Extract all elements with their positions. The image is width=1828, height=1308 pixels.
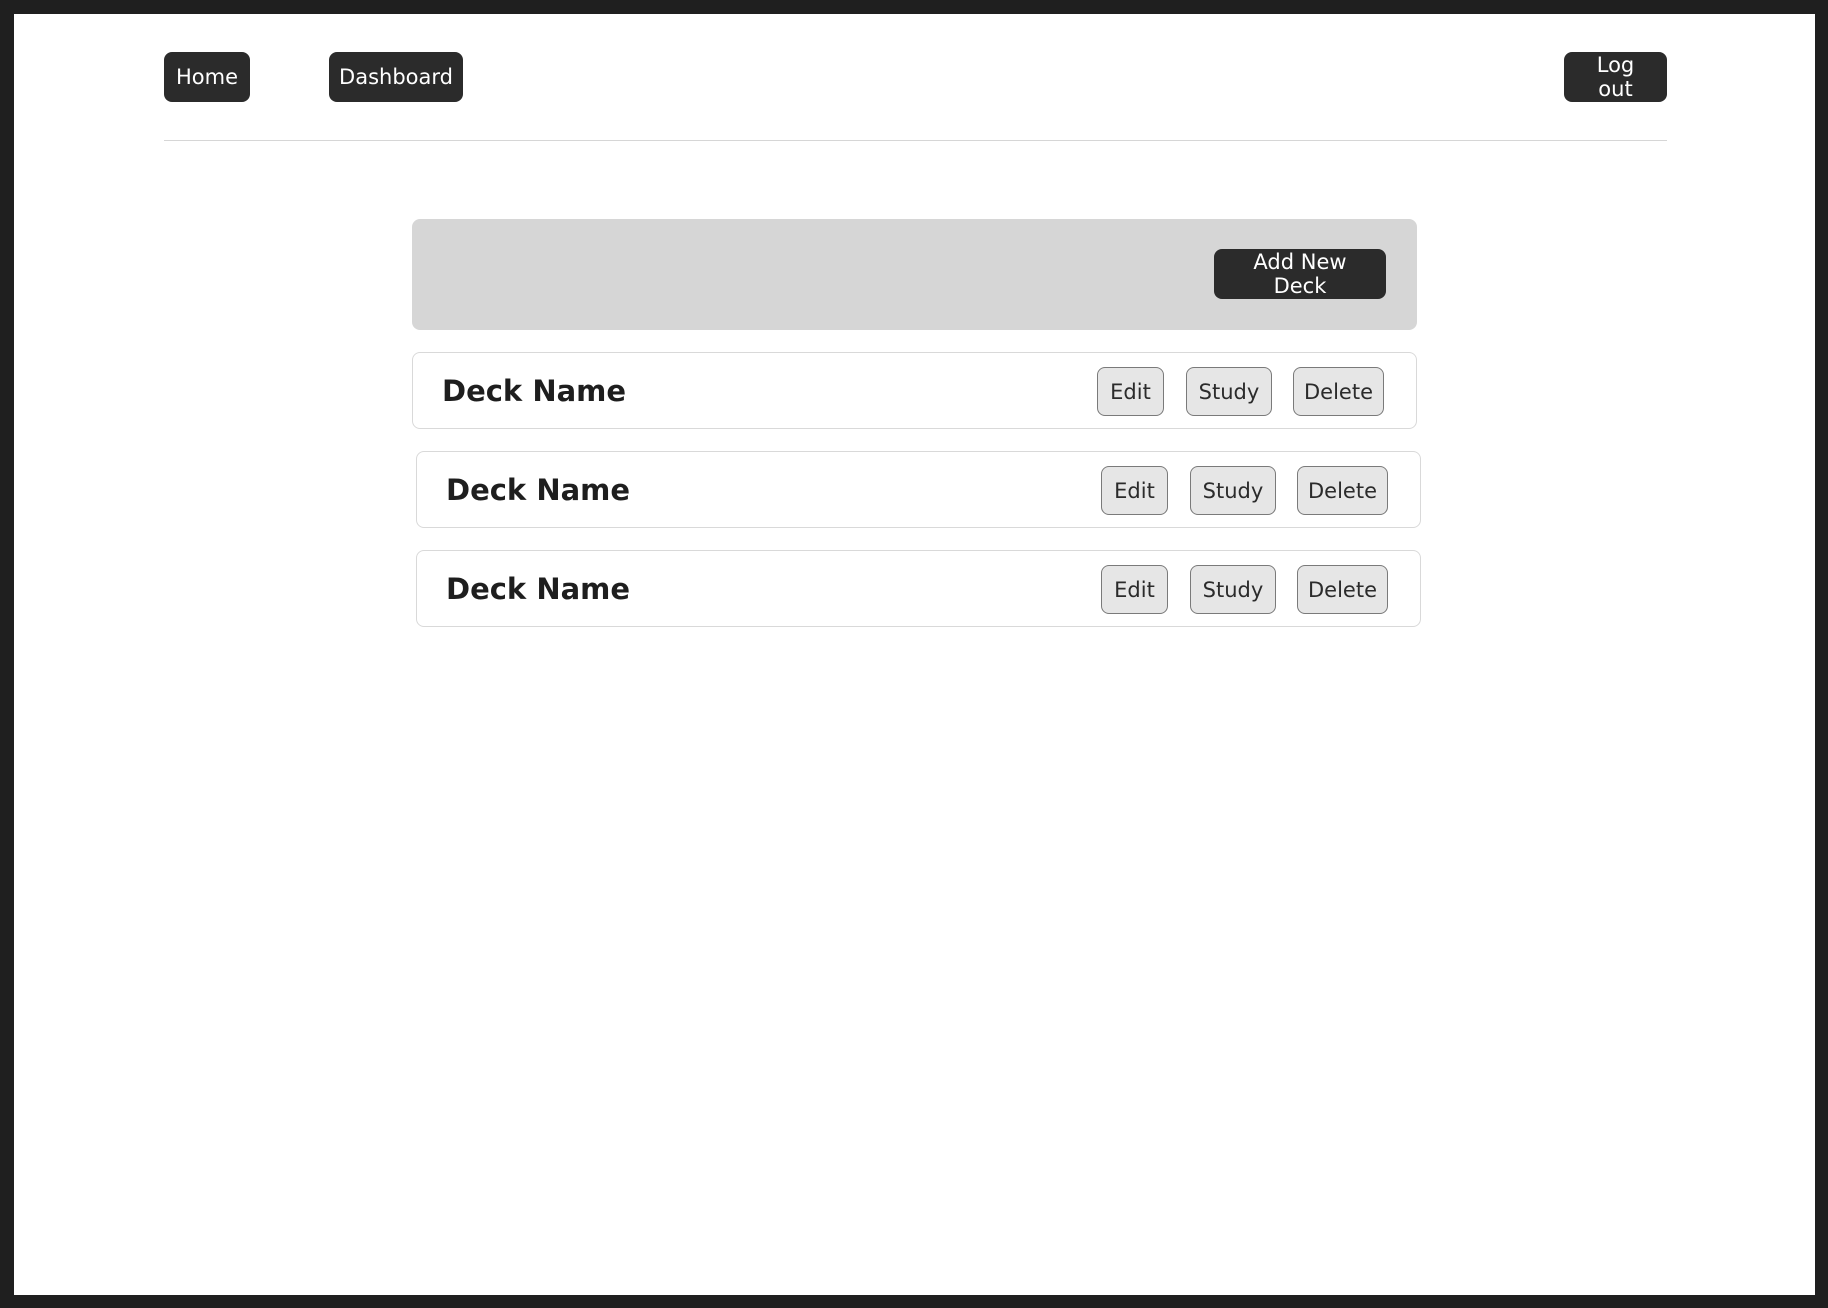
study-deck-button[interactable]: Study <box>1190 466 1276 515</box>
deck-name: Deck Name <box>446 472 631 507</box>
study-deck-button[interactable]: Study <box>1190 565 1276 614</box>
deck-name: Deck Name <box>442 373 627 408</box>
app-window: Home Dashboard Log out Add New Deck Deck… <box>14 14 1815 1295</box>
edit-deck-button[interactable]: Edit <box>1101 565 1168 614</box>
delete-deck-button[interactable]: Delete <box>1297 466 1388 515</box>
deck-toolbar: Add New Deck <box>412 219 1417 330</box>
logout-button[interactable]: Log out <box>1564 52 1667 102</box>
deck-card: Deck Name Edit Study Delete <box>416 451 1421 528</box>
home-button[interactable]: Home <box>164 52 250 102</box>
edit-deck-button[interactable]: Edit <box>1097 367 1164 416</box>
delete-deck-button[interactable]: Delete <box>1297 565 1388 614</box>
dashboard-button[interactable]: Dashboard <box>329 52 463 102</box>
deck-card: Deck Name Edit Study Delete <box>416 550 1421 627</box>
add-new-deck-button[interactable]: Add New Deck <box>1214 249 1386 299</box>
study-deck-button[interactable]: Study <box>1186 367 1272 416</box>
edit-deck-button[interactable]: Edit <box>1101 466 1168 515</box>
header-divider <box>164 140 1667 141</box>
delete-deck-button[interactable]: Delete <box>1293 367 1384 416</box>
deck-name: Deck Name <box>446 571 631 606</box>
deck-card: Deck Name Edit Study Delete <box>412 352 1417 429</box>
